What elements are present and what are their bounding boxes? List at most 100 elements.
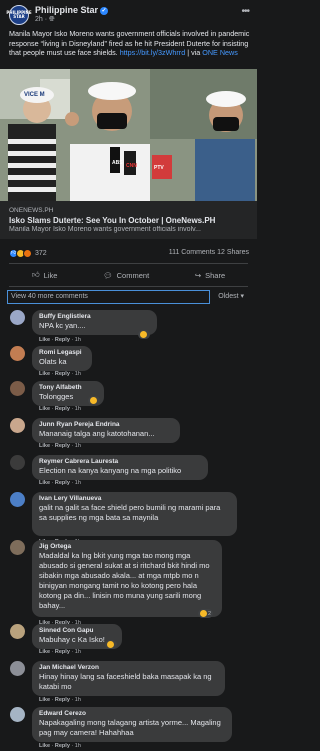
commenter-name[interactable]: Romi Legaspi	[39, 349, 85, 356]
comment-item: Jan Michael Verzon Hinay hinay lang sa fa…	[10, 661, 255, 705]
haha-reaction-icon	[107, 641, 114, 648]
reaction-count[interactable]: 372	[35, 250, 47, 257]
comment-reply-button[interactable]: Reply	[55, 371, 70, 377]
comment-bubble: Jig Ortega Madaldal ka lng bkit yung mga …	[32, 540, 222, 617]
avatar[interactable]	[10, 455, 25, 470]
comment-button[interactable]: 💬︎ Comment	[103, 271, 149, 280]
comments-shares-count[interactable]: 111 Comments 12 Shares	[169, 249, 249, 256]
comment-time[interactable]: 1h	[75, 743, 81, 749]
comment-text: NPA kc yan....	[39, 321, 86, 330]
comment-item: Jig Ortega Madaldal ka lng bkit yung mga …	[10, 540, 255, 628]
comment-reply-button[interactable]: Reply	[55, 443, 70, 449]
comment-actions: Like · Reply · 1h	[39, 480, 81, 486]
comment-bubble: Junn Ryan Pereja Endrina Mananaig talga a…	[32, 418, 180, 443]
comment-like-button[interactable]: Like	[39, 743, 50, 749]
comment-text: Napakagaling mong talagang artista yorme…	[39, 718, 221, 737]
comment-like-button[interactable]: Like	[39, 443, 50, 449]
comment-text: Election na kanya kanyang na mga politik…	[39, 466, 182, 475]
comment-item: Reymer Cabrera Lauresta Election na kanya…	[10, 455, 255, 488]
avatar[interactable]	[10, 346, 25, 361]
view-more-comments-link[interactable]: View 40 more comments	[7, 290, 210, 304]
comment-time[interactable]: 1h	[75, 406, 81, 412]
comment-reply-button[interactable]: Reply	[55, 649, 70, 655]
comment-label: Comment	[116, 270, 150, 280]
comment-time[interactable]: 1h	[75, 443, 81, 449]
avatar[interactable]	[10, 310, 25, 325]
commenter-name[interactable]: Jan Michael Verzon	[39, 664, 218, 671]
commenter-name[interactable]: Sinned Con Gapu	[39, 627, 115, 634]
comment-reply-button[interactable]: Reply	[55, 406, 70, 412]
avatar[interactable]	[10, 540, 25, 555]
comment-actions: Like · Reply · 1h	[39, 443, 81, 449]
comment-text: Mananaig talga ang katotohanan...	[39, 429, 155, 438]
comment-like-button[interactable]: Like	[39, 649, 50, 655]
post-photo[interactable]: VICE M ABS CNN PTV	[0, 69, 257, 201]
comment-text: Hinay hinay lang sa faceshield baka masa…	[39, 672, 212, 691]
avatar[interactable]	[10, 492, 25, 507]
link-preview[interactable]: ONENEWS.PH Isko Slams Duterte: See You I…	[0, 201, 257, 239]
comment-time[interactable]: 1h	[75, 480, 81, 486]
comment-reaction-badge[interactable]	[88, 396, 100, 405]
preview-title[interactable]: Isko Slams Duterte: See You In October |…	[9, 216, 248, 225]
post-caption: Manila Mayor Isko Moreno wants governmen…	[9, 29, 253, 58]
commenter-name[interactable]: Junn Ryan Pereja Endrina	[39, 421, 173, 428]
comment-like-button[interactable]: Like	[39, 371, 50, 377]
post-timestamp[interactable]: 2h · 🌐︎	[35, 16, 55, 24]
comment-reply-button[interactable]: Reply	[55, 697, 70, 703]
more-options-icon[interactable]: •••	[241, 6, 249, 17]
comment-like-button[interactable]: Like	[39, 337, 50, 343]
comment-reaction-badge[interactable]: 2	[198, 609, 214, 618]
comment-time[interactable]: 1h	[75, 697, 81, 703]
comment-reply-button[interactable]: Reply	[55, 480, 70, 486]
post-header: PHILIPPINE STAR Philippine Star ✓ 2h · 🌐︎…	[0, 0, 257, 26]
comment-like-button[interactable]: Like	[39, 697, 50, 703]
comment-like-button[interactable]: Like	[39, 406, 50, 412]
share-icon: ↪	[194, 270, 202, 280]
share-button[interactable]: ↪ Share	[195, 271, 225, 280]
avatar[interactable]	[10, 624, 25, 639]
page-avatar[interactable]: PHILIPPINE STAR	[6, 5, 32, 25]
comment-item: Buffy Englistlera NPA kc yan.... Like · Re…	[10, 310, 255, 345]
post-time-text[interactable]: 2h ·	[35, 16, 49, 23]
comment-reaction-badge[interactable]	[138, 330, 150, 339]
like-button[interactable]: 👍︎ Like	[32, 270, 58, 280]
caption-via-link[interactable]: ONE News	[202, 48, 238, 57]
page-name[interactable]: Philippine Star ✓	[35, 5, 109, 15]
avatar[interactable]	[10, 661, 25, 676]
comment-text: Madaldal ka lng bkit yung mga tao mong m…	[39, 551, 210, 610]
comment-reply-button[interactable]: Reply	[55, 743, 70, 749]
comment-bubble: Jan Michael Verzon Hinay hinay lang sa fa…	[32, 661, 225, 696]
reaction-count: 2	[208, 610, 212, 617]
commenter-name[interactable]: Edward Cerezo	[39, 710, 225, 717]
comment-like-button[interactable]: Like	[39, 480, 50, 486]
commenter-name[interactable]: Buffy Englistlera	[39, 313, 150, 320]
comment-time[interactable]: 1h	[75, 371, 81, 377]
comment-item: Junn Ryan Pereja Endrina Mananaig talga a…	[10, 418, 255, 451]
angry-reaction-icon	[23, 249, 32, 258]
comment-time[interactable]: 1h	[75, 649, 81, 655]
reactions-summary[interactable]: 👍︎ 372	[9, 249, 47, 258]
vice-sign: VICE M	[24, 92, 45, 98]
comment-actions: Like · Reply · 1h	[39, 743, 81, 749]
haha-reaction-icon	[200, 610, 207, 617]
commenter-name[interactable]: Ivan Lery Villanueva	[39, 495, 230, 502]
abs-sign: ABS	[112, 160, 123, 166]
comment-reaction-badge[interactable]	[105, 640, 117, 649]
commenter-name[interactable]: Jig Ortega	[39, 543, 215, 550]
commenter-name[interactable]: Tony Alfabeth	[39, 384, 97, 391]
photo-illustration: VICE M ABS CNN PTV	[0, 69, 257, 201]
avatar[interactable]	[10, 418, 25, 433]
commenter-name[interactable]: Reymer Cabrera Lauresta	[39, 458, 201, 465]
comment-sort-dropdown[interactable]: Oldest ▾	[218, 292, 244, 300]
caption-link[interactable]: https://bit.ly/3zWhrrd	[120, 48, 186, 57]
divider	[9, 286, 248, 287]
avatar[interactable]	[10, 381, 25, 396]
comment-time[interactable]: 1h	[75, 337, 81, 343]
avatar[interactable]	[10, 707, 25, 722]
comment-actions: Like · Reply · 1h	[39, 697, 81, 703]
comment-reply-button[interactable]: Reply	[55, 337, 70, 343]
comment-text: Olats ka	[39, 357, 67, 366]
comment-actions: Like · Reply · 1h	[39, 337, 81, 343]
page-name-text[interactable]: Philippine Star	[35, 5, 98, 15]
comment-icon: 💬︎	[103, 270, 113, 280]
